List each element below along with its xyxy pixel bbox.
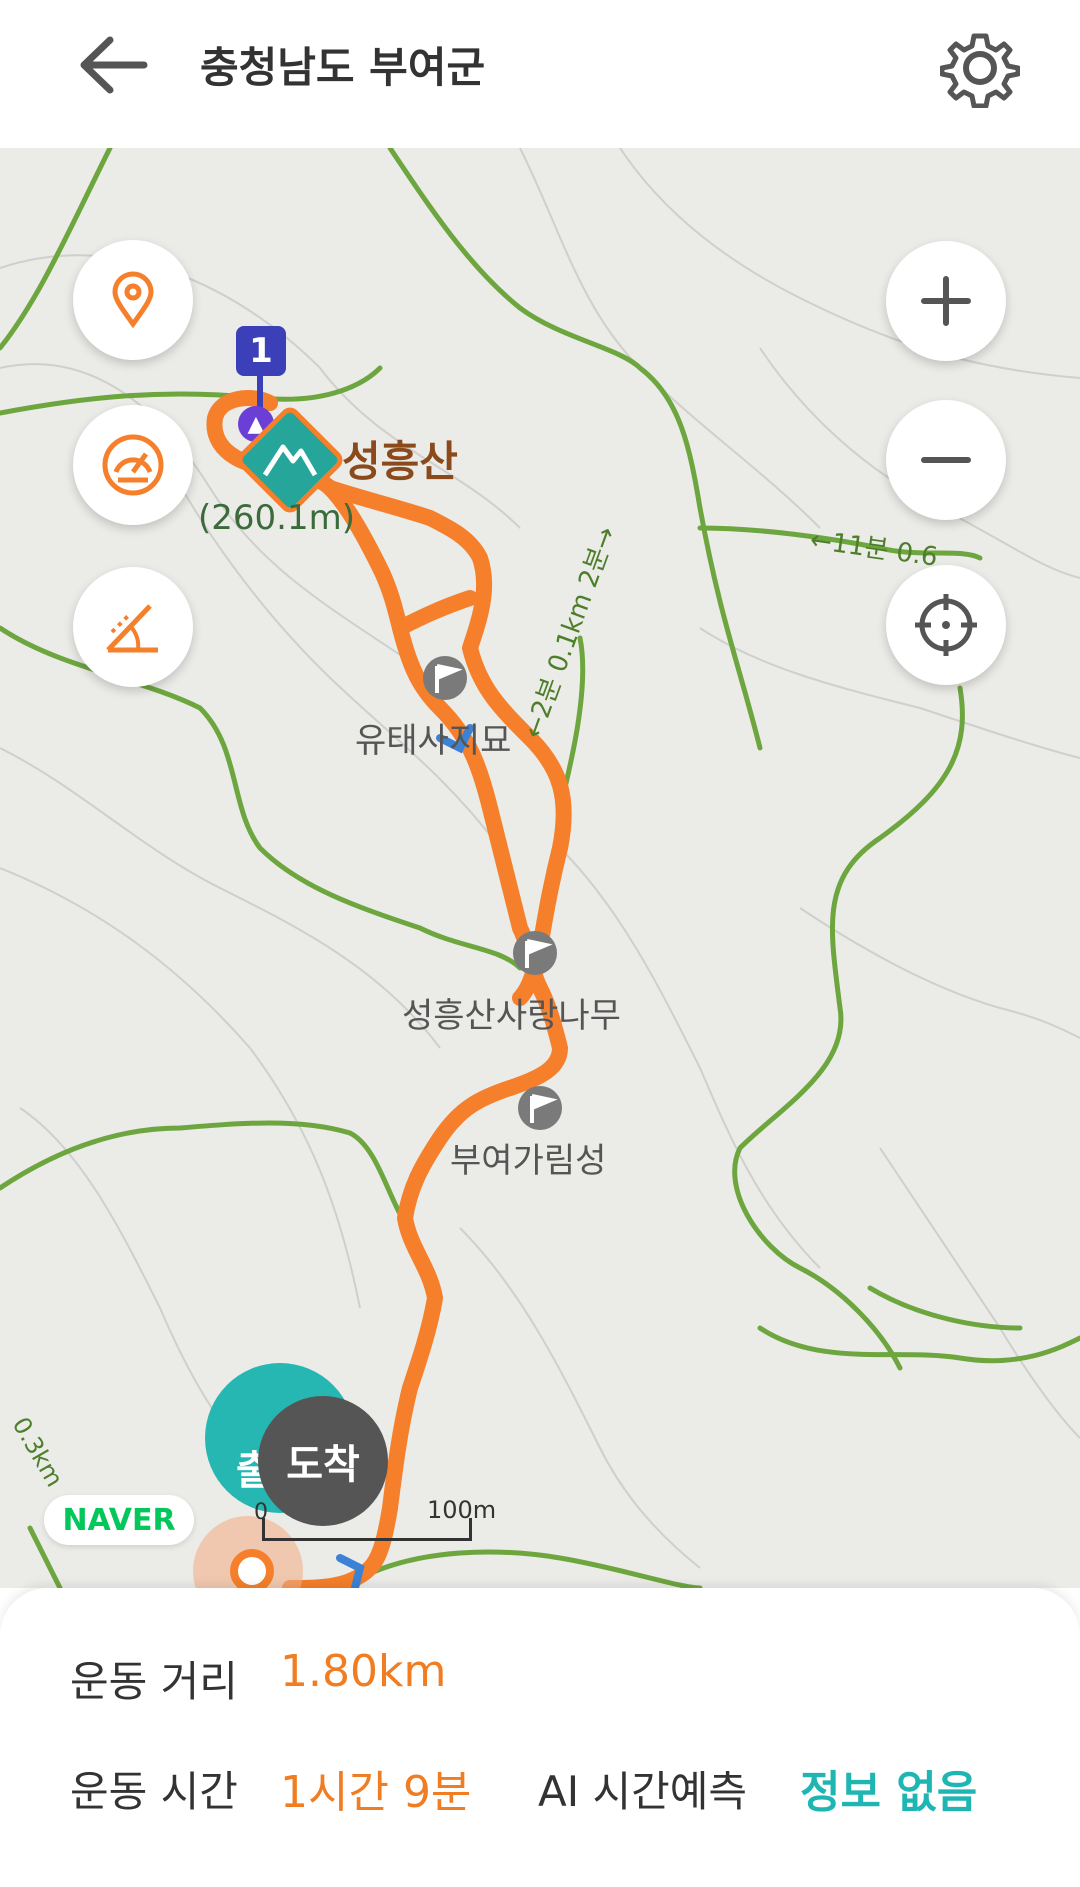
ai-prediction-label: AI 시간예측 [538,1767,748,1816]
arrival-marker[interactable]: 도착 [258,1396,388,1526]
waypoint-marker-1[interactable]: 1 [236,326,286,376]
location-pin-button[interactable] [73,240,193,360]
arrival-label: 도착 [286,1442,360,1488]
page-title: 충청남도 부여군 [200,43,486,92]
stats-panel: 운동 거리 1.80km 운동 시간 1시간 9분 AI 시간예측 정보 없음 [0,1588,1080,1887]
recenter-icon [915,594,977,656]
poi-label-3: 부여가림성 [450,1141,607,1181]
recenter-button[interactable] [886,565,1006,685]
slope-icon [106,604,158,653]
header-bar: 충청남도 부여군 [0,0,1080,148]
distance-label: 운동 거리 [70,1657,238,1706]
back-button[interactable] [74,30,164,100]
scale-bar [262,1518,472,1541]
naver-logo: NAVER [44,1495,194,1545]
zoom-in-button[interactable] [886,241,1006,361]
map-canvas [0,148,1080,1588]
waypoint-number: 1 [249,331,273,371]
time-label: 운동 시간 [70,1767,238,1816]
speedometer-button[interactable] [73,405,193,525]
settings-button[interactable] [939,28,1021,109]
poi-label-2: 성흥산사랑나무 [402,996,621,1036]
elevation-label: (260.1m) [198,498,355,538]
arrow-left-icon [80,36,148,94]
distance-value: 1.80km [280,1646,447,1697]
time-value: 1시간 9분 [280,1767,472,1818]
speedometer-icon [102,434,164,496]
location-pin-icon [112,271,154,329]
gear-icon [939,33,1021,109]
zoom-in-icon [921,276,971,326]
peak-name-label: 성흥산 [342,437,458,486]
map-view[interactable]: 1 ▲ 성흥산 (260.1m) 유태사지묘 성흥산사랑나무 부여가림성 ←11… [0,148,1080,1588]
zoom-out-button[interactable] [886,400,1006,520]
slope-button[interactable] [73,567,193,687]
poi-label-1: 유태사지묘 [355,721,512,761]
zoom-out-icon [921,457,971,463]
ai-prediction-value: 정보 없음 [800,1767,978,1818]
